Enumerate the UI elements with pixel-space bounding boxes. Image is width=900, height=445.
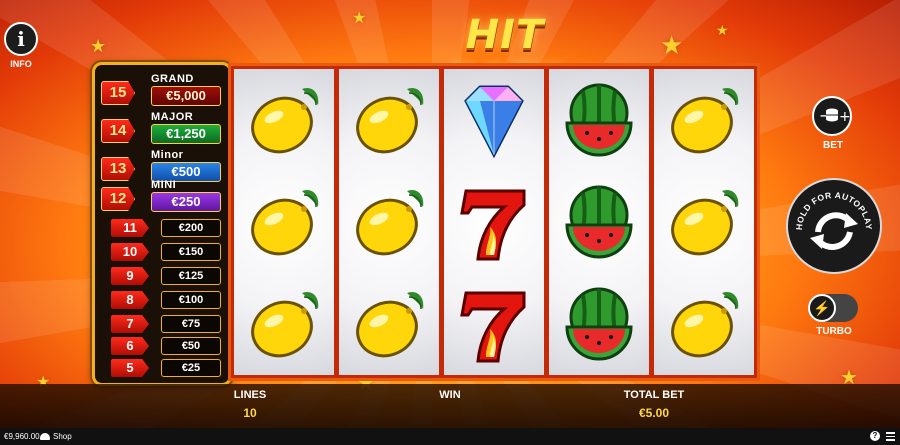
watermelon-symbol (549, 69, 649, 171)
balance: €9,960.00 (4, 432, 40, 441)
info-label: INFO (10, 59, 32, 69)
paytable-row: 11 €200 (111, 219, 223, 237)
reel-5 (654, 69, 754, 375)
lemon-symbol (654, 171, 754, 273)
paytable-prize: €75 (161, 315, 221, 333)
star-decoration: ★ (660, 30, 684, 60)
jackpot-row-major: 14 MAJOR €1,250 (101, 111, 223, 145)
lines-label: LINES (233, 389, 267, 401)
jackpot-name: MINI (151, 179, 177, 191)
turbo-switch: ⚡ (808, 294, 858, 322)
jackpot-value: €250 (151, 192, 221, 212)
shop-link[interactable]: Shop (40, 428, 72, 445)
jackpot-row-grand: 15 GRAND €5,000 (101, 73, 223, 107)
lightning-icon: ⚡ (808, 294, 836, 322)
menu-icon[interactable] (886, 432, 895, 443)
seven-symbol (444, 171, 544, 273)
paytable-prize: €125 (161, 267, 221, 285)
paytable-row: 6 €50 (111, 337, 223, 355)
lemon-symbol (234, 69, 334, 171)
jackpot-level: 14 (101, 119, 135, 143)
total-bet-stat: TOTAL BET €5.00 (614, 389, 694, 420)
lines-stat: LINES 10 (220, 389, 280, 420)
paytable-row: 9 €125 (111, 267, 223, 285)
paytable-prize: €25 (161, 359, 221, 377)
reel-2 (339, 69, 439, 375)
watermelon-symbol (549, 273, 649, 375)
footer-bar: €9,960.00 Shop ? (0, 428, 900, 445)
lemon-symbol (654, 69, 754, 171)
paytable-prize: €150 (161, 243, 221, 261)
paytable-count: 7 (111, 315, 149, 333)
lemon-symbol (339, 171, 439, 273)
paytable-count: 11 (111, 219, 149, 237)
bottom-status-bar: LINES 10 WIN TOTAL BET €5.00 (0, 384, 900, 428)
jackpot-row-minor: 13 Minor €500 (101, 149, 223, 183)
total-bet-value: €5.00 (638, 406, 670, 420)
coins-icon: − + (812, 96, 852, 136)
lemon-symbol (339, 69, 439, 171)
spin-button[interactable]: HOLD FOR AUTOPLAY (786, 178, 882, 274)
paytable-prize: €100 (161, 291, 221, 309)
paytable-prize: €50 (161, 337, 221, 355)
star-decoration: ★ (716, 22, 729, 38)
shop-label: Shop (53, 432, 72, 441)
game-logo: HIT BARTM (400, 12, 610, 104)
lemon-symbol (339, 273, 439, 375)
paytable-prize: €200 (161, 219, 221, 237)
jackpot-level: 15 (101, 81, 135, 105)
paytable-count: 10 (111, 243, 149, 261)
paytable-row: 5 €25 (111, 359, 223, 377)
turbo-toggle[interactable]: ⚡ TURBO (808, 294, 860, 337)
bet-label: BET (823, 140, 843, 151)
jackpot-value: €5,000 (151, 86, 221, 106)
lemon-symbol (234, 273, 334, 375)
lines-value: 10 (243, 406, 257, 420)
jackpot-row-mini: 12 MINI €250 (101, 179, 223, 213)
svg-text:+: + (839, 109, 850, 125)
paytable-count: 8 (111, 291, 149, 309)
shop-icon (40, 433, 50, 441)
svg-text:HOLD FOR AUTOPLAY: HOLD FOR AUTOPLAY (794, 190, 874, 231)
bet-button[interactable]: − + BET (812, 96, 854, 151)
paytable-row: 10 €150 (111, 243, 223, 261)
help-icon[interactable]: ? (870, 431, 880, 441)
seven-symbol (444, 273, 544, 375)
lemon-symbol (234, 171, 334, 273)
turbo-label: TURBO (816, 326, 852, 337)
watermelon-symbol (549, 171, 649, 273)
spin-arrows-icon (810, 212, 858, 250)
reel-1 (234, 69, 334, 375)
paytable-count: 5 (111, 359, 149, 377)
autoplay-label: HOLD FOR AUTOPLAY (794, 190, 874, 231)
reel-4 (549, 69, 649, 375)
star-decoration: ★ (352, 10, 367, 27)
paytable-row: 8 €100 (111, 291, 223, 309)
star-decoration: ★ (90, 36, 107, 56)
diamond-symbol (444, 69, 544, 171)
jackpot-level: 12 (101, 187, 135, 211)
total-bet-label: TOTAL BET (623, 389, 685, 401)
paytable-row: 7 €75 (111, 315, 223, 333)
info-icon: i (4, 22, 38, 56)
paytable-count: 6 (111, 337, 149, 355)
jackpot-value: €1,250 (151, 124, 221, 144)
jackpot-name: Minor (151, 149, 184, 161)
lemon-symbol (654, 273, 754, 375)
info-button[interactable]: i INFO (4, 22, 38, 69)
paytable-count: 9 (111, 267, 149, 285)
win-stat: WIN (420, 389, 480, 401)
jackpot-name: MAJOR (151, 111, 194, 123)
paytable-panel: 15 GRAND €5,000 14 MAJOR €1,250 13 Minor… (92, 62, 232, 386)
reel-3 (444, 69, 544, 375)
jackpot-name: GRAND (151, 73, 194, 85)
win-label: WIN (439, 389, 461, 401)
reel-area (228, 63, 760, 381)
jackpot-level: 13 (101, 157, 135, 181)
